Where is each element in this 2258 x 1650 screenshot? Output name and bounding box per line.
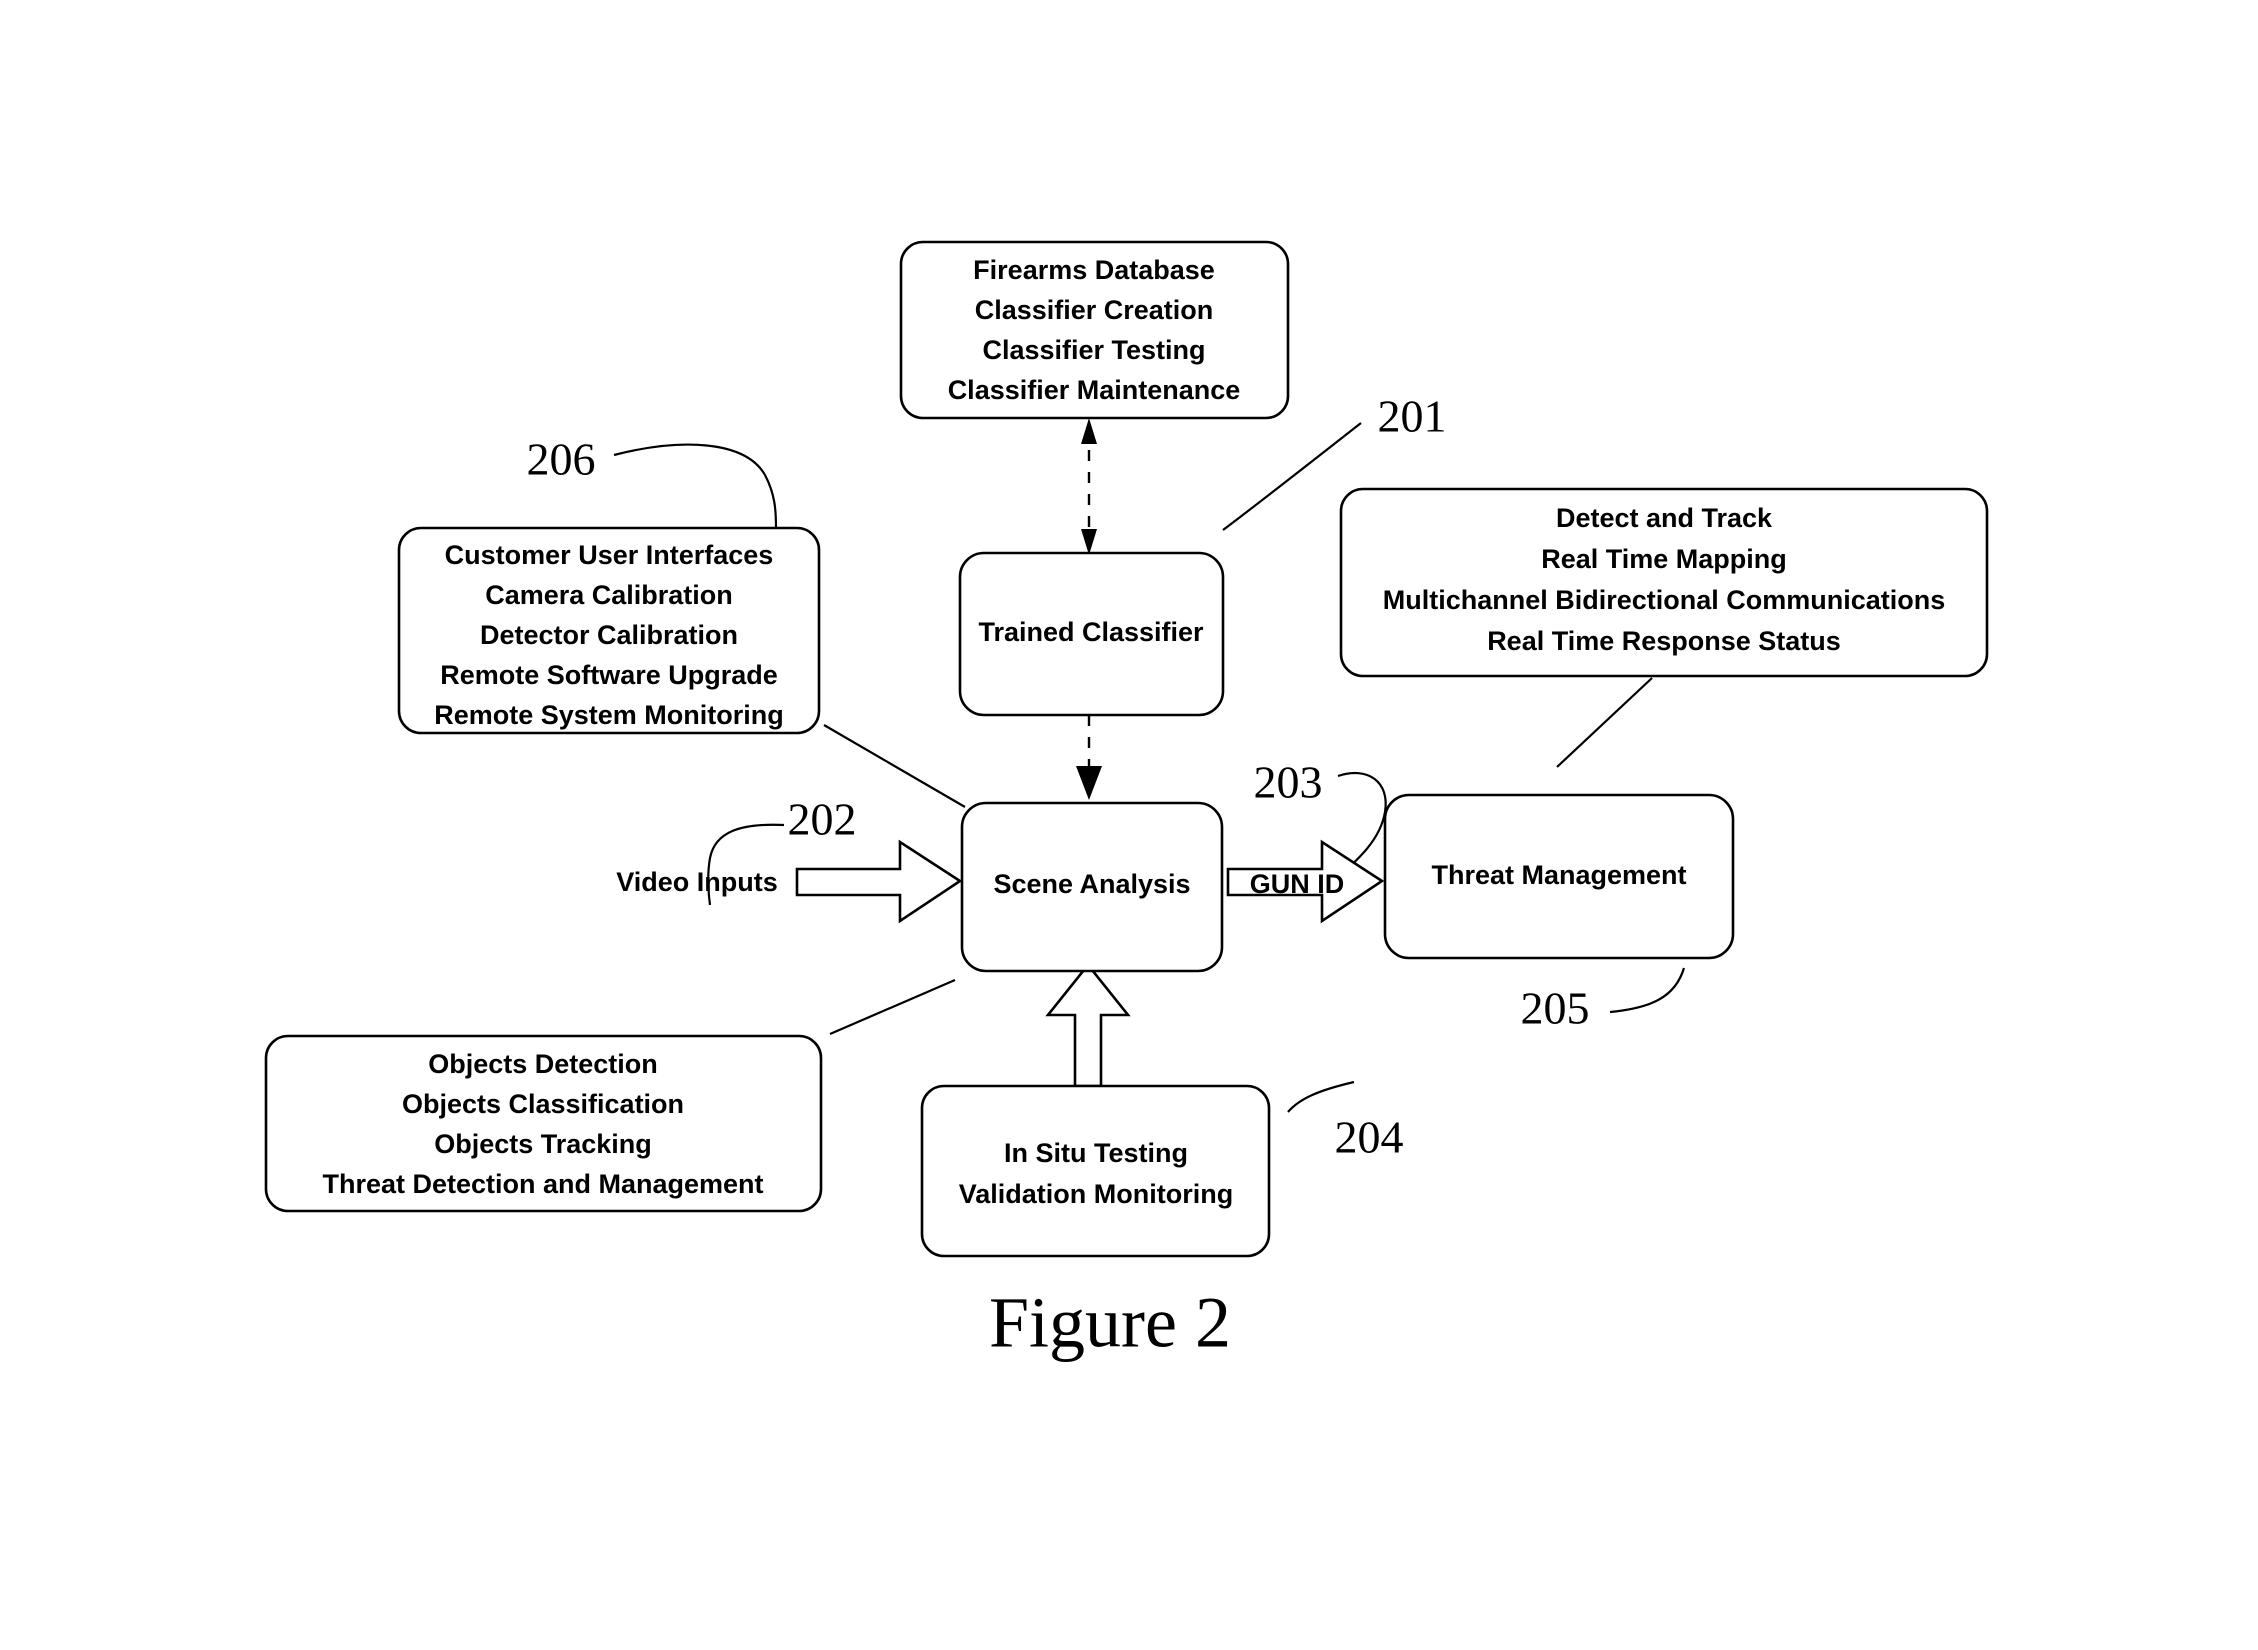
leader-line-205 [1609,967,1686,1014]
detect-and-track-line-3: Multichannel Bidirectional Communication… [1383,585,1946,615]
customer-ui-line-5: Remote System Monitoring [434,700,784,730]
leader-line-206 [613,443,778,529]
gun-id-label: GUN ID [1250,869,1345,899]
reference-number-202: 202 [788,794,857,845]
leader-line-204 [1287,1080,1355,1113]
reference-number-206: 206 [527,434,596,485]
reference-number-205: 205 [1521,983,1590,1034]
detect-and-track-line-1: Detect and Track [1556,503,1773,533]
video-inputs-arrow [795,839,963,924]
in-situ-testing-line-1: In Situ Testing [1004,1138,1188,1168]
threat-management-box[interactable]: Threat Management [1383,793,1735,960]
link-threat-management-to-detect-and-track [1556,677,1653,768]
customer-user-interfaces-box[interactable]: Customer User Interfaces Camera Calibrat… [397,526,821,735]
trained-classifier-label: Trained Classifier [978,617,1204,647]
arrowhead-down-icon [1076,766,1102,800]
objects-detection-line-4: Threat Detection and Management [322,1169,763,1199]
firearms-database-box[interactable]: Firearms Database Classifier Creation Cl… [899,240,1290,420]
firearms-database-line-1: Firearms Database [973,255,1215,285]
customer-ui-line-1: Customer User Interfaces [445,540,774,570]
detect-and-track-line-4: Real Time Response Status [1487,626,1841,656]
reference-number-203: 203 [1254,757,1323,808]
patent-figure-2: Firearms Database Classifier Creation Cl… [0,0,2258,1650]
in-situ-testing-box[interactable]: In Situ Testing Validation Monitoring [920,1084,1271,1258]
in-situ-testing-box-shape[interactable] [920,1084,1271,1258]
scene-analysis-box[interactable]: Scene Analysis [960,801,1224,973]
customer-ui-line-2: Camera Calibration [485,580,733,610]
detect-and-track-box[interactable]: Detect and Track Real Time Mapping Multi… [1339,487,1989,678]
customer-ui-line-3: Detector Calibration [480,620,738,650]
link-trained-classifier-to-firearms-database [1081,418,1097,555]
arrowhead-up-icon [1081,418,1097,444]
detect-and-track-line-2: Real Time Mapping [1541,544,1787,574]
figure-caption: Figure 2 [989,1283,1231,1363]
trained-classifier-box[interactable]: Trained Classifier [958,551,1225,717]
firearms-database-line-3: Classifier Testing [982,335,1205,365]
arrowhead-down-icon [1081,529,1097,555]
in-situ-testing-arrow [1045,962,1131,1088]
link-objects-detection-to-scene-analysis [829,978,956,1036]
firearms-database-line-2: Classifier Creation [975,295,1214,325]
reference-number-204: 204 [1335,1112,1404,1163]
in-situ-testing-line-2: Validation Monitoring [959,1179,1233,1209]
diagram-canvas: Firearms Database Classifier Creation Cl… [264,240,1989,1363]
objects-detection-line-2: Objects Classification [402,1089,684,1119]
video-inputs-label: Video Inputs [616,867,778,897]
firearms-database-line-4: Classifier Maintenance [948,375,1241,405]
objects-detection-line-3: Objects Tracking [434,1129,652,1159]
objects-detection-box[interactable]: Objects Detection Objects Classification… [264,1034,823,1213]
reference-number-201: 201 [1378,391,1447,442]
scene-analysis-label: Scene Analysis [993,869,1190,899]
threat-management-label: Threat Management [1431,860,1686,890]
customer-ui-line-4: Remote Software Upgrade [440,660,778,690]
link-trained-classifier-to-scene-analysis [1076,715,1102,800]
objects-detection-line-1: Objects Detection [428,1049,658,1079]
